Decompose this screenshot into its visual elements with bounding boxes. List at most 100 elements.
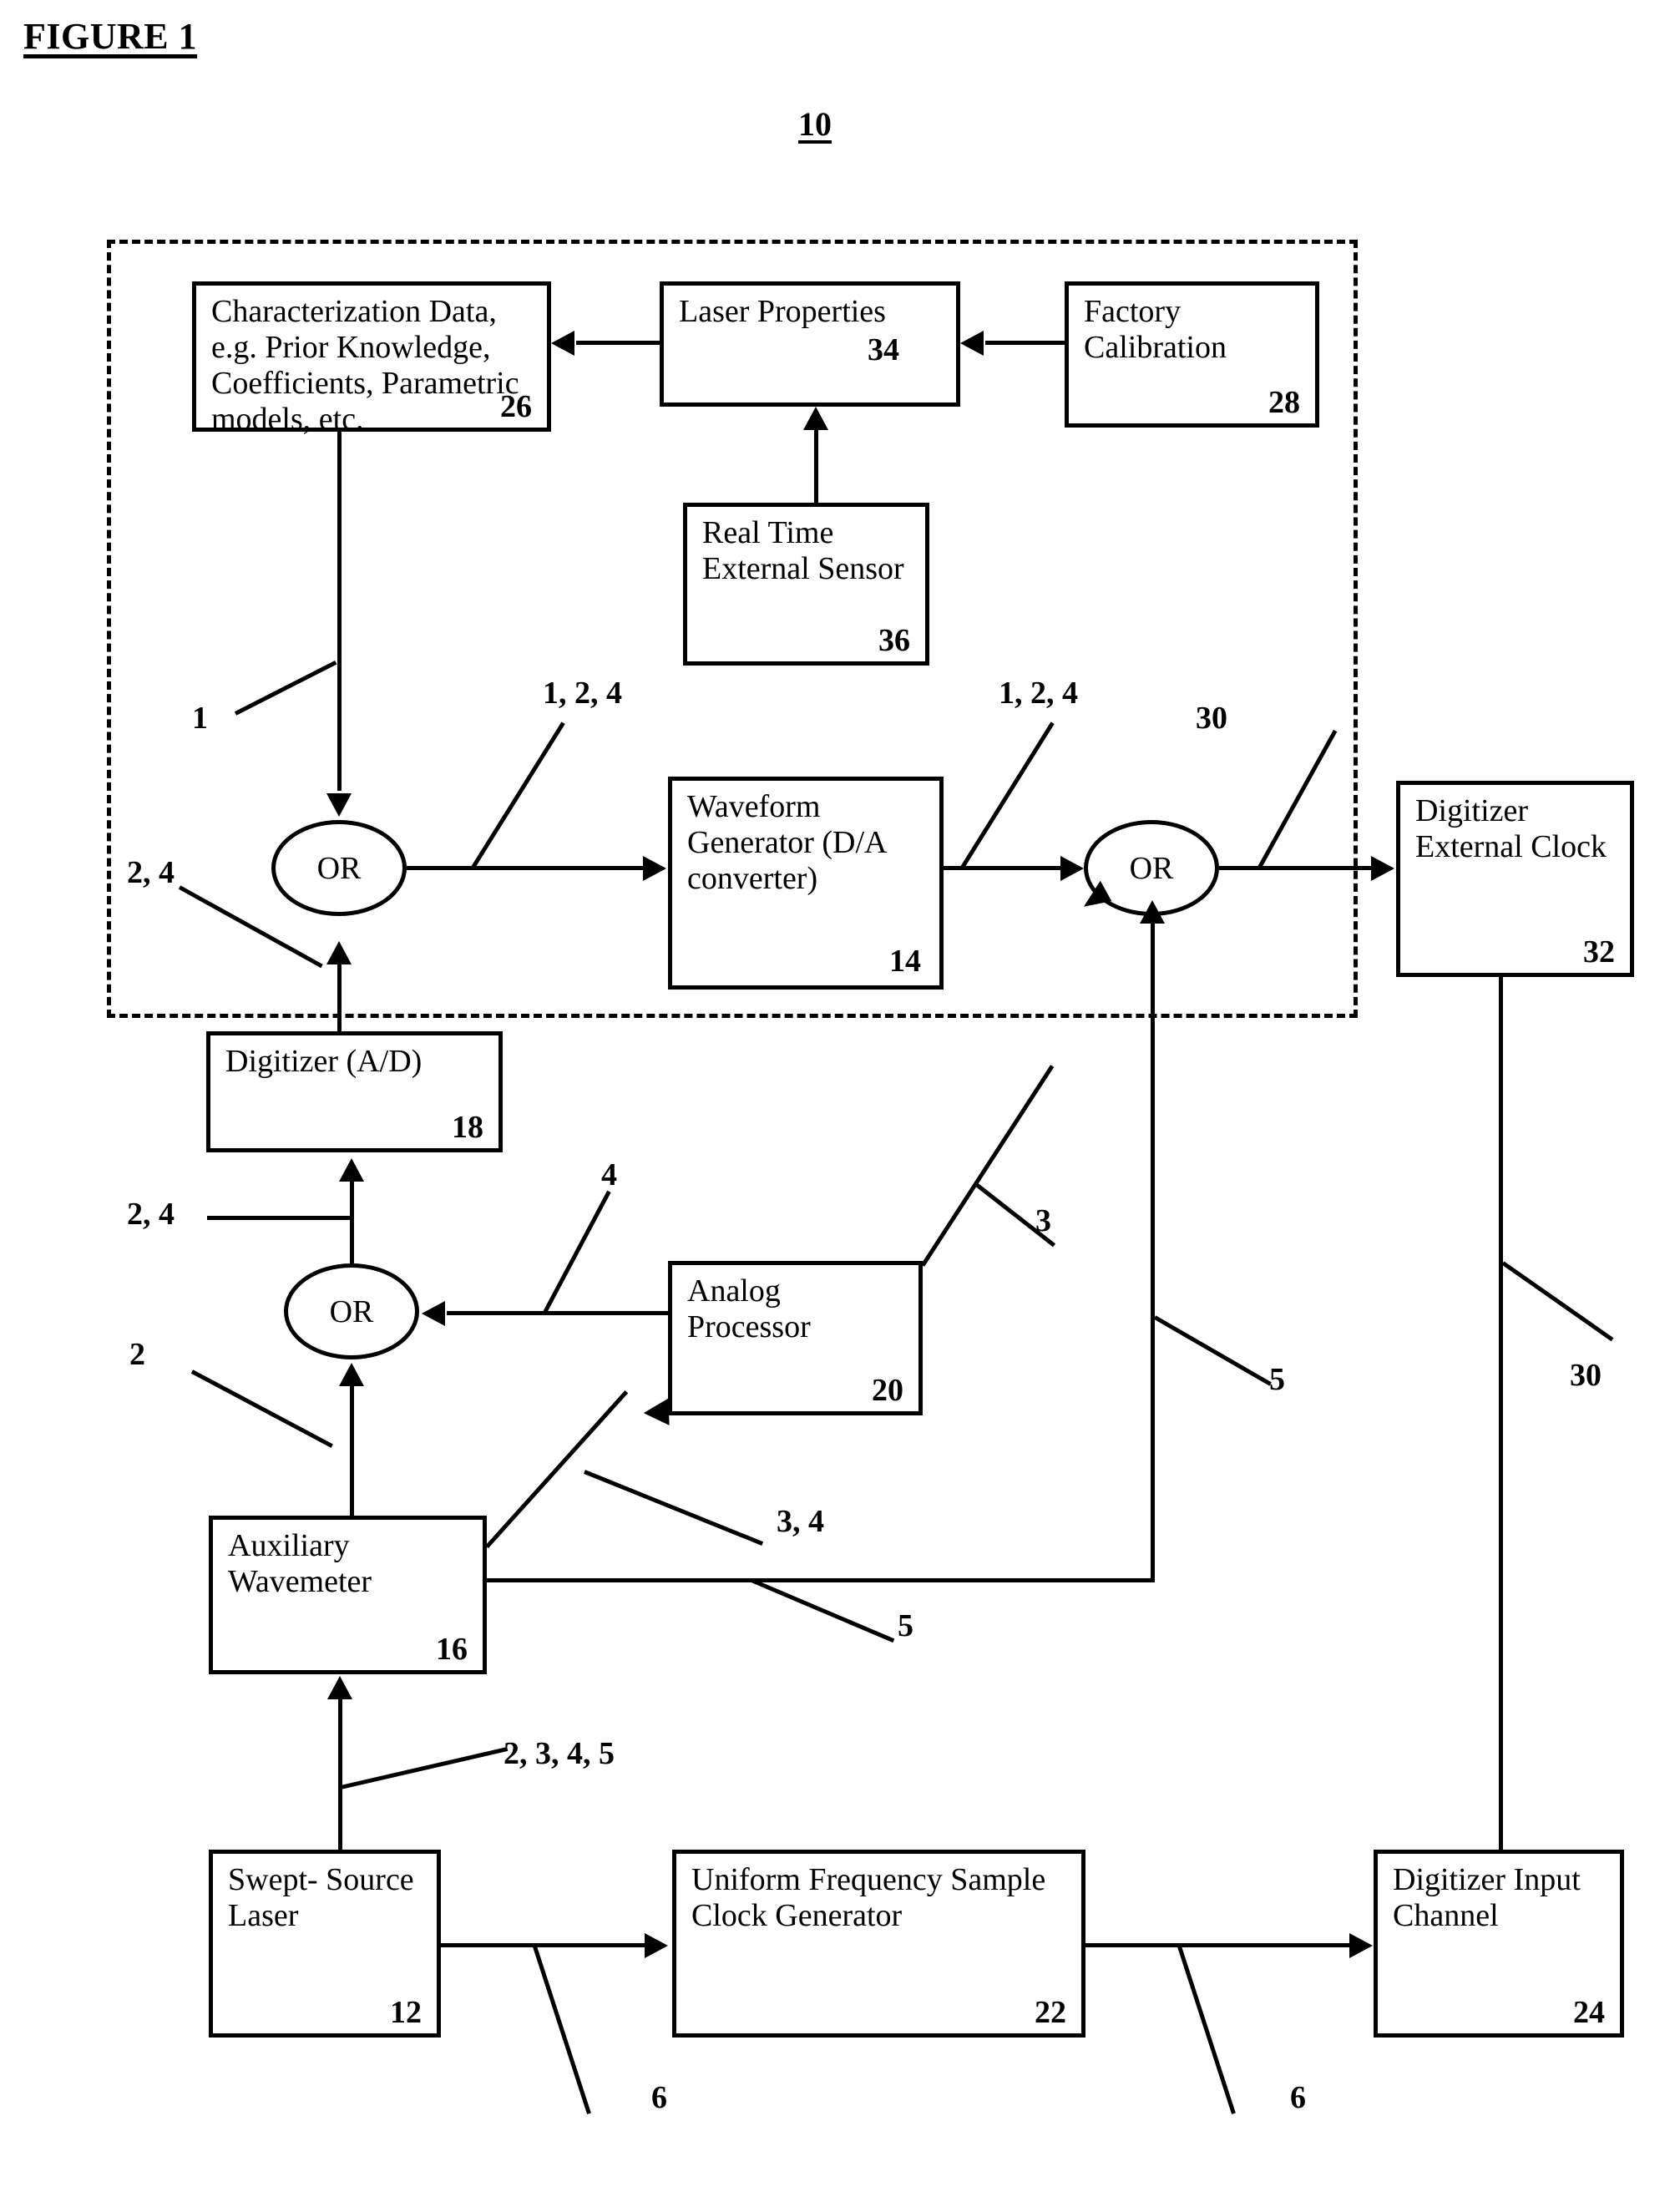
arrowhead-up [803,407,828,430]
block-ref-number: 32 [1583,934,1615,969]
signal-label-1-2-4-right: 1, 2, 4 [999,676,1078,711]
block-label: Auxiliary Wavemeter [228,1528,372,1599]
arrowhead-right [1060,856,1084,881]
connector-factory-calibration-to-laser-properties [985,341,1065,345]
block-ref-number: 36 [878,623,910,658]
signal-label-2-4-lower: 2, 4 [127,1197,175,1232]
block-label: Swept- Source Laser [228,1862,414,1933]
block-label: Digitizer (A/D) [225,1044,423,1079]
block-auxiliary-wavemeter: Auxiliary Wavemeter 16 [209,1516,487,1674]
block-label: Characterization Data, e.g. Prior Knowle… [211,294,519,437]
block-digitizer-external-clock: Digitizer External Clock 32 [1396,781,1634,977]
block-factory-calibration: Factory Calibration 28 [1065,281,1319,428]
signal-label-1: 1 [192,701,208,736]
leader-line-signal-6-right [1177,1944,1236,2114]
arrowhead-up [326,941,352,964]
system-reference-number: 10 [798,105,832,143]
leader-line-signal-4 [542,1190,611,1314]
connector-characterization-to-or-top [337,432,342,791]
connector-laser-to-clock-generator [441,1943,645,1947]
arrowhead-up [339,1158,364,1182]
signal-label-5-lower: 5 [898,1608,913,1643]
block-digitizer-ad: Digitizer (A/D) 18 [206,1031,503,1152]
signal-label-3: 3 [1035,1203,1051,1238]
block-laser-properties: Laser Properties 34 [660,281,960,407]
arrowhead-up [339,1363,364,1386]
connector-digitizer-to-or-top [337,964,342,1031]
arrowhead-right [643,856,666,881]
block-analog-processor: Analog Processor 20 [668,1261,923,1415]
or-gate-left-lower: OR [284,1263,419,1359]
block-label: Laser Properties [679,294,886,329]
connector-analog-processor-to-or-right [920,1065,1055,1267]
block-waveform-generator: Waveform Generator (D/A converter) 14 [668,777,944,990]
block-ref-number: 26 [500,389,532,424]
connector-external-clock-to-input-channel [1499,977,1503,1850]
block-characterization-data: Characterization Data, e.g. Prior Knowle… [192,281,551,437]
page-title: FIGURE 1 [23,16,198,57]
block-label: Digitizer External Clock [1415,793,1607,864]
leader-line-signal-2 [190,1369,333,1448]
or-gate-label: OR [329,1293,374,1329]
block-label: Digitizer Input Channel [1393,1862,1581,1933]
arrowhead-left [551,331,574,356]
connector-analog-processor-to-or-lower [447,1311,668,1315]
or-gate-top: OR [271,820,407,916]
block-ref-number: 12 [390,1995,422,2030]
signal-label-6-left: 6 [651,2080,667,2115]
block-ref-number: 18 [452,1110,483,1145]
connector-or-right-to-digitizer-external-clock [1219,866,1373,870]
arrowhead-down [326,793,352,817]
block-ref-number: 34 [868,332,899,367]
block-ref-number: 28 [1268,385,1300,420]
signal-label-1-2-4-left: 1, 2, 4 [543,676,622,711]
connector-wavemeter-to-or-right-horizontal [487,1578,1155,1582]
connector-clock-generator-to-input-channel [1085,1943,1351,1947]
block-label: Real Time External Sensor [702,515,904,586]
leader-line-signal-24-lower [207,1216,353,1220]
arrowhead-left [960,331,984,356]
connector-laser-properties-to-characterization [576,341,660,345]
leader-line-signal-6-left [532,1944,591,2114]
connector-sensor-to-laser-properties [814,430,818,505]
block-ref-number: 16 [436,1632,468,1667]
connector-laser-to-wavemeter [338,1699,342,1851]
leader-line-signal-34 [584,1470,764,1546]
block-uniform-frequency-sample-clock-generator: Uniform Frequency Sample Clock Generator… [672,1850,1085,2038]
block-label: Factory Calibration [1084,294,1227,365]
arrowhead-up [327,1676,352,1699]
or-gate-label: OR [1129,850,1174,886]
block-label: Waveform Generator (D/A converter) [687,789,886,896]
signal-label-3-4: 3, 4 [777,1504,824,1539]
block-label: Uniform Frequency Sample Clock Generator [691,1862,1046,1933]
arrowhead-diagonal-up-right [1083,881,1112,907]
block-ref-number: 22 [1035,1995,1066,2030]
signal-label-30-lower: 30 [1570,1358,1602,1393]
connector-wavemeter-to-analog-processor [485,1390,629,1549]
leader-line-signal-5-lower [751,1578,895,1643]
signal-label-2: 2 [129,1337,145,1372]
leader-line-signal-2345 [340,1746,509,1790]
or-gate-label: OR [316,850,362,886]
block-ref-number: 24 [1573,1995,1605,2030]
signal-label-2-3-4-5: 2, 3, 4, 5 [503,1736,615,1771]
block-ref-number: 14 [889,944,921,979]
patent-figure-page: FIGURE 1 10 Characterization Data, e.g. … [0,0,1680,2192]
connector-or-top-to-waveform-generator [407,866,645,870]
leader-line-signal-30-lower [1501,1261,1614,1342]
block-real-time-external-sensor: Real Time External Sensor 36 [683,503,929,666]
leader-line-signal-5-upper [1153,1315,1272,1386]
signal-label-4: 4 [601,1157,617,1192]
arrowhead-up [1140,900,1165,924]
block-digitizer-input-channel: Digitizer Input Channel 24 [1374,1850,1624,2038]
block-label: Analog Processor [687,1273,811,1344]
arrowhead-right [645,1933,668,1958]
connector-wavemeter-to-or-lower [350,1386,354,1518]
signal-label-6-right: 6 [1290,2080,1306,2115]
arrowhead-diagonal-up-right-2 [643,1398,670,1425]
signal-label-2-4-upper: 2, 4 [127,855,175,890]
block-swept-source-laser: Swept- Source Laser 12 [209,1850,441,2038]
block-ref-number: 20 [872,1373,903,1408]
signal-label-5-upper: 5 [1269,1362,1285,1397]
arrowhead-right [1371,856,1394,881]
